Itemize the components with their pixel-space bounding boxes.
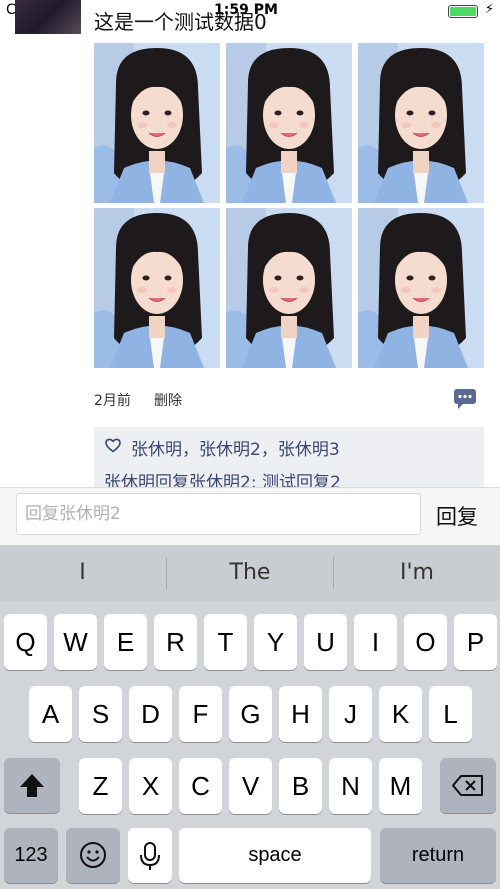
- key-j[interactable]: J: [329, 686, 372, 742]
- suggestion-bar: I The I'm: [0, 545, 500, 601]
- post-photo[interactable]: [226, 43, 352, 203]
- key-z[interactable]: Z: [79, 758, 122, 814]
- key-g[interactable]: G: [229, 686, 272, 742]
- emoji-icon: [80, 842, 106, 868]
- suggestion-1[interactable]: I: [0, 545, 165, 601]
- suggestion-3[interactable]: I'm: [334, 545, 500, 601]
- charging-icon: ⚡: [484, 2, 494, 17]
- post-time: 2月前: [94, 393, 131, 409]
- backspace-icon: [452, 775, 483, 796]
- key-h[interactable]: H: [279, 686, 322, 742]
- key-i[interactable]: I: [354, 614, 397, 670]
- delete-button[interactable]: 删除: [154, 390, 182, 410]
- post-photo[interactable]: [358, 208, 484, 368]
- key-q[interactable]: Q: [4, 614, 47, 670]
- key-l[interactable]: L: [429, 686, 472, 742]
- key-a[interactable]: A: [29, 686, 72, 742]
- key-w[interactable]: W: [54, 614, 97, 670]
- shift-icon: [20, 774, 44, 797]
- emoji-key[interactable]: [66, 828, 120, 883]
- numbers-key[interactable]: 123: [4, 828, 58, 883]
- post-photo[interactable]: [358, 43, 484, 203]
- heart-icon: [104, 436, 122, 454]
- key-b[interactable]: B: [279, 758, 322, 814]
- reply-input[interactable]: [16, 493, 421, 535]
- key-e[interactable]: E: [104, 614, 147, 670]
- reply-send-button[interactable]: 回复: [436, 501, 478, 531]
- key-v[interactable]: V: [229, 758, 272, 814]
- key-o[interactable]: O: [404, 614, 447, 670]
- space-key[interactable]: space: [179, 828, 371, 883]
- shift-key[interactable]: [4, 758, 60, 813]
- return-key[interactable]: return: [380, 828, 496, 883]
- microphone-icon: [140, 842, 160, 870]
- key-t[interactable]: T: [204, 614, 247, 670]
- post-photo[interactable]: [94, 43, 220, 203]
- dictation-key[interactable]: [128, 828, 172, 883]
- key-n[interactable]: N: [329, 758, 372, 814]
- key-c[interactable]: C: [179, 758, 222, 814]
- post-photo[interactable]: [226, 208, 352, 368]
- key-y[interactable]: Y: [254, 614, 297, 670]
- key-d[interactable]: D: [129, 686, 172, 742]
- post-text: 这是一个测试数据0: [94, 10, 267, 34]
- avatar[interactable]: [15, 0, 81, 34]
- post-photo[interactable]: [94, 208, 220, 368]
- photo-grid: [94, 43, 484, 369]
- key-f[interactable]: F: [179, 686, 222, 742]
- comment-icon[interactable]: [454, 389, 476, 409]
- key-p[interactable]: P: [454, 614, 497, 670]
- key-u[interactable]: U: [304, 614, 347, 670]
- key-s[interactable]: S: [79, 686, 122, 742]
- key-x[interactable]: X: [129, 758, 172, 814]
- likes-names[interactable]: 张休明，张休明2，张休明3: [131, 435, 340, 460]
- battery-icon: [448, 5, 478, 18]
- key-r[interactable]: R: [154, 614, 197, 670]
- key-m[interactable]: M: [379, 758, 422, 814]
- suggestion-2[interactable]: The: [167, 545, 333, 601]
- key-k[interactable]: K: [379, 686, 422, 742]
- delete-key[interactable]: [440, 758, 496, 813]
